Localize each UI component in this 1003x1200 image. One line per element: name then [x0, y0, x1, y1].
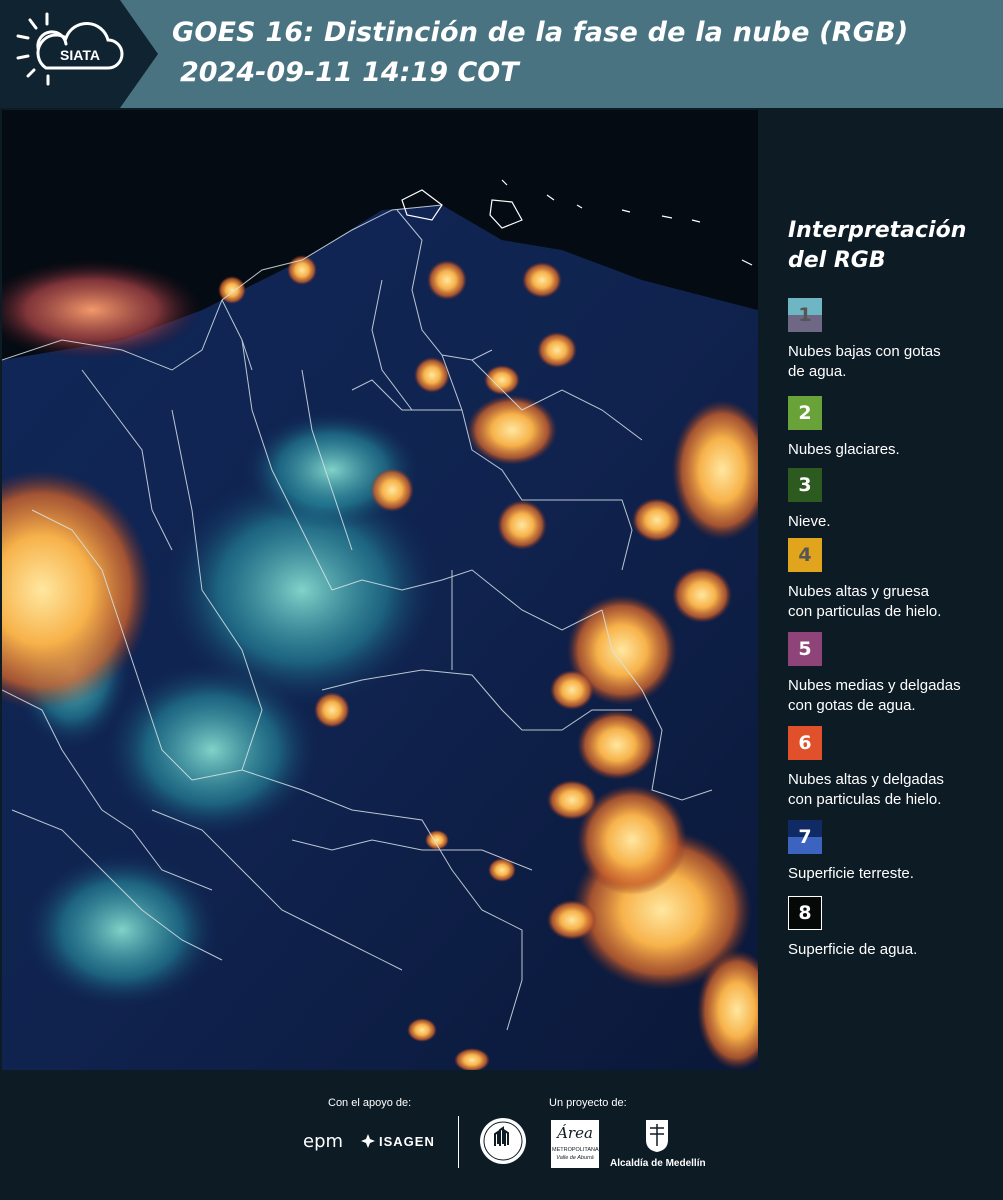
legend-panel: Interpretación del RGB 1 Nubes bajas con… — [760, 110, 1003, 1070]
legend-item-7: 7 Superficie terreste. — [788, 820, 998, 884]
satellite-map — [2, 110, 758, 1070]
footer: Con el apoyo de: Un proyecto de: epm ISA… — [0, 1070, 1003, 1200]
legend-swatch-6: 6 — [788, 726, 822, 760]
header: SIATA GOES 16: Distinción de la fase de … — [0, 0, 1003, 108]
sponsor-epm-logo: epm — [303, 1131, 344, 1152]
legend-desc-7: Superficie terreste. — [788, 865, 914, 882]
support-label: Con el apoyo de: — [328, 1097, 412, 1109]
legend-number-8: 8 — [798, 902, 812, 924]
page-title: GOES 16: Distinción de la fase de la nub… — [172, 17, 909, 48]
legend-item-2: 2 Nubes glaciares. — [788, 396, 998, 460]
area-logo-valle: Valle de Aburrá — [556, 1155, 594, 1161]
legend-swatch-2: 2 — [788, 396, 822, 430]
legend-number-6: 6 — [798, 732, 812, 754]
legend-desc-8: Superficie de agua. — [788, 941, 918, 958]
partner-medellin-label: Alcaldía de Medellín — [610, 1158, 706, 1169]
legend-number-1: 1 — [798, 304, 812, 326]
legend-number-5: 5 — [798, 638, 812, 660]
footer-divider — [458, 1116, 459, 1168]
legend-swatch-5: 5 — [788, 632, 822, 666]
legend-item-3: 3 Nieve. — [788, 468, 998, 532]
legend-number-2: 2 — [798, 402, 812, 424]
legend-desc-3: Nieve. — [788, 513, 831, 530]
legend-item-1: 1 Nubes bajas con gotas de agua. — [788, 298, 998, 382]
legend-swatch-8: 8 — [788, 896, 822, 930]
legend-swatch-1: 1 — [788, 298, 822, 332]
legend-desc-2: Nubes glaciares. — [788, 441, 900, 458]
legend-desc-1: Nubes bajas con gotas de agua. — [788, 343, 941, 380]
legend-swatch-4: 4 — [788, 538, 822, 572]
legend-desc-4: Nubes altas y gruesa con particulas de h… — [788, 583, 942, 620]
area-logo-word: Área — [557, 1124, 593, 1142]
legend-number-4: 4 — [798, 544, 812, 566]
page-datetime: 2024-09-11 14:19 COT — [180, 57, 519, 88]
legend-desc-5: Nubes medias y delgadas con gotas de agu… — [788, 677, 961, 714]
sponsor-isagen-logo: ISAGEN — [379, 1134, 435, 1149]
legend-title-line-2: del RGB — [788, 248, 886, 273]
siata-logo-icon: SIATA — [16, 12, 124, 86]
legend-item-8: 8 Superficie de agua. — [788, 896, 998, 960]
project-label: Un proyecto de: — [549, 1097, 627, 1109]
medellin-shield-icon — [646, 1120, 668, 1152]
legend-item-4: 4 Nubes altas y gruesa con particulas de… — [788, 538, 998, 622]
legend-title: Interpretación del RGB — [788, 216, 988, 276]
legend-swatch-7: 7 — [788, 820, 822, 854]
legend-desc-6: Nubes altas y delgadas con particulas de… — [788, 771, 944, 808]
legend-item-6: 6 Nubes altas y delgadas con particulas … — [788, 726, 998, 810]
legend-title-line-1: Interpretación — [788, 218, 967, 243]
antioquia-seal-icon — [480, 1118, 526, 1164]
area-metropolitana-logo: Área METROPOLITANA Valle de Aburrá — [551, 1120, 599, 1168]
area-logo-metropolitana: METROPOLITANA — [552, 1147, 599, 1153]
legend-swatch-3: 3 — [788, 468, 822, 502]
logo-text: SIATA — [60, 47, 100, 63]
legend-number-3: 3 — [798, 474, 812, 496]
legend-number-7: 7 — [798, 826, 812, 848]
satellite-image — [2, 110, 758, 1070]
legend-item-5: 5 Nubes medias y delgadas con gotas de a… — [788, 632, 998, 716]
isagen-mark-icon — [361, 1134, 375, 1148]
